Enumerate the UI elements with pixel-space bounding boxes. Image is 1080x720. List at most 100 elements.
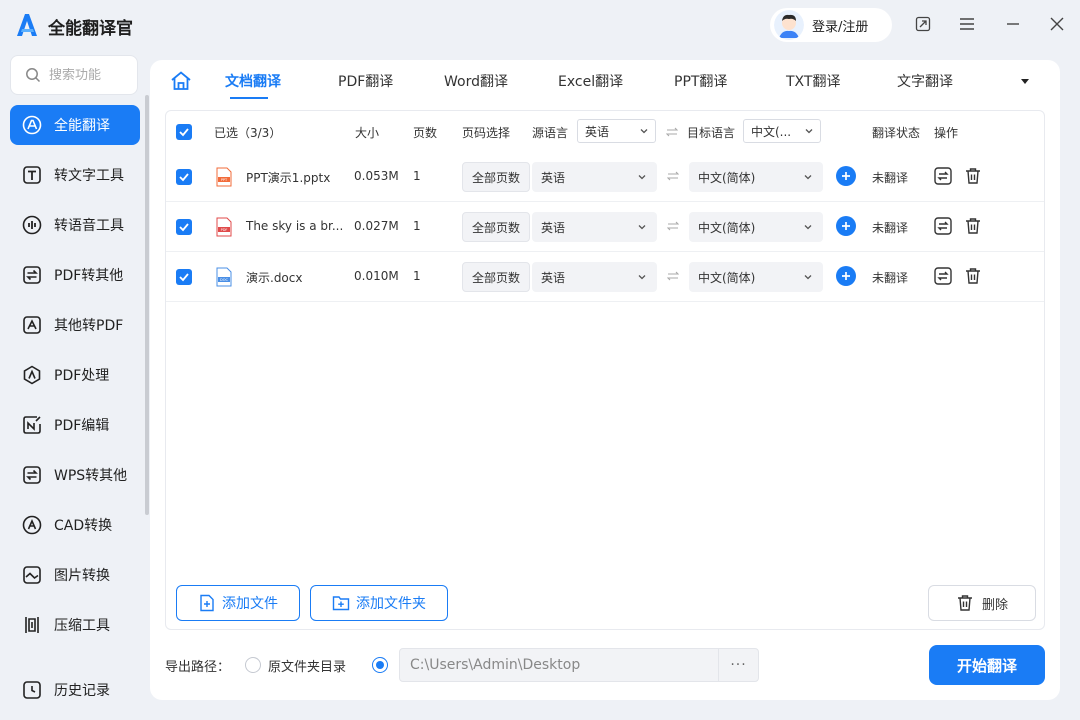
pdf-convert-icon (22, 265, 42, 285)
image-icon (22, 565, 42, 585)
caret-down-icon[interactable] (1018, 74, 1032, 88)
delete-row-button[interactable] (963, 216, 983, 236)
start-translate-button[interactable]: 开始翻译 (929, 645, 1045, 685)
chevron-down-icon (638, 275, 646, 280)
header-page-select: 页码选择 (462, 126, 511, 140)
trash-icon (966, 168, 980, 184)
translate-status: 未翻译 (872, 271, 909, 285)
convert-button[interactable] (933, 216, 953, 236)
export-path-input[interactable] (400, 649, 718, 681)
convert-icon (934, 217, 952, 235)
source-lang-value: 英语 (541, 270, 566, 285)
tab-txt-translate[interactable]: TXT翻译 (786, 71, 840, 91)
target-lang-select[interactable]: 中文(简体) (689, 262, 823, 292)
source-lang-select[interactable]: 英语 (532, 162, 657, 192)
add-target-lang-button[interactable] (836, 166, 856, 186)
radio-custom-path[interactable] (372, 657, 388, 673)
search-input[interactable] (49, 67, 129, 83)
file-size: 0.053M (354, 169, 399, 183)
close-icon (1050, 17, 1064, 31)
main-panel: 文档翻译 PDF翻译 Word翻译 Excel翻译 PPT翻译 TXT翻译 文字… (150, 60, 1060, 700)
delete-row-button[interactable] (963, 166, 983, 186)
add-file-button[interactable]: 添加文件 (176, 585, 300, 621)
sidebar-item-wps-to-other[interactable]: WPS转其他 (10, 455, 140, 495)
source-lang-select-all[interactable]: 英语 (577, 119, 656, 143)
file-pages: 1 (413, 269, 421, 283)
tab-ppt-translate[interactable]: PPT翻译 (674, 71, 727, 91)
minimize-button[interactable] (1003, 14, 1023, 34)
search-icon (26, 68, 41, 83)
check-icon (179, 128, 189, 137)
sidebar-item-compress[interactable]: 压缩工具 (10, 605, 140, 645)
header-pages: 页数 (413, 126, 438, 140)
login-button[interactable]: 登录/注册 (770, 8, 892, 42)
sidebar-item-label: PDF编辑 (54, 418, 110, 434)
sidebar-item-speech-to-text[interactable]: 转文字工具 (10, 155, 140, 195)
target-lang-select[interactable]: 中文(简体) (689, 162, 823, 192)
target-lang-select[interactable]: 中文(简体) (689, 212, 823, 242)
sidebar-item-label: PDF转其他 (54, 268, 124, 284)
source-lang-select[interactable]: 英语 (532, 212, 657, 242)
source-lang-select[interactable]: 英语 (532, 262, 657, 292)
file-name: The sky is a br... (246, 219, 344, 233)
sidebar-item-translate[interactable]: 全能翻译 (10, 105, 140, 145)
tab-excel-translate[interactable]: Excel翻译 (558, 71, 623, 91)
add-folder-button[interactable]: 添加文件夹 (310, 585, 448, 621)
delete-row-button[interactable] (963, 266, 983, 286)
tab-doc-translate[interactable]: 文档翻译 (225, 71, 281, 91)
swap-icon (666, 127, 678, 137)
select-all-checkbox[interactable] (176, 124, 192, 140)
sidebar-item-image-convert[interactable]: 图片转换 (10, 555, 140, 595)
page-select-button[interactable]: 全部页数 (462, 262, 530, 292)
home-icon[interactable] (170, 70, 192, 92)
row-checkbox[interactable] (176, 219, 192, 235)
history-button[interactable]: 历史记录 (10, 670, 140, 710)
pdf-edit-icon (22, 415, 42, 435)
radio-original-folder-label: 原文件夹目录 (268, 660, 347, 675)
add-target-lang-button[interactable] (836, 266, 856, 286)
ppt-file-icon: PPT (216, 167, 232, 187)
translate-status: 未翻译 (872, 221, 909, 235)
sidebar-item-label: 其他转PDF (54, 318, 124, 334)
radio-original-folder[interactable] (245, 657, 261, 673)
sidebar-scrollbar[interactable] (145, 95, 149, 515)
sidebar-item-label: 转文字工具 (54, 168, 124, 184)
add-target-lang-button[interactable] (836, 216, 856, 236)
sidebar-item-cad-convert[interactable]: CAD转换 (10, 505, 140, 545)
source-lang-value: 英语 (541, 220, 566, 235)
row-checkbox[interactable] (176, 269, 192, 285)
chevron-down-icon (805, 129, 813, 134)
cad-icon (22, 515, 42, 535)
tab-pdf-translate[interactable]: PDF翻译 (338, 71, 393, 91)
target-lang-select-all[interactable]: 中文(... (743, 119, 821, 143)
header-status: 翻译状态 (872, 126, 921, 140)
row-checkbox[interactable] (176, 169, 192, 185)
source-lang-value: 英语 (541, 170, 566, 185)
header-source-lang: 源语言 (532, 126, 569, 140)
convert-button[interactable] (933, 166, 953, 186)
active-tab-indicator (230, 97, 268, 99)
minimize-icon (1007, 23, 1019, 25)
search-box[interactable] (10, 55, 138, 95)
sidebar-item-text-to-speech[interactable]: 转语音工具 (10, 205, 140, 245)
file-list: 已选（3/3） 大小 页数 页码选择 源语言 英语 目标语言 中文(... 翻译… (165, 110, 1045, 630)
convert-icon (934, 167, 952, 185)
tab-text-translate[interactable]: 文字翻译 (897, 71, 953, 91)
page-select-button[interactable]: 全部页数 (462, 212, 530, 242)
close-button[interactable] (1047, 14, 1067, 34)
file-pages: 1 (413, 219, 421, 233)
sidebar-item-pdf-edit[interactable]: PDF编辑 (10, 405, 140, 445)
sidebar-item-other-to-pdf[interactable]: 其他转PDF (10, 305, 140, 345)
sidebar-item-pdf-process[interactable]: PDF处理 (10, 355, 140, 395)
browse-path-button[interactable]: ··· (718, 649, 758, 681)
menu-button[interactable] (957, 14, 977, 34)
page-select-button[interactable]: 全部页数 (462, 162, 530, 192)
pin-window-button[interactable] (913, 14, 933, 34)
sidebar-item-pdf-to-other[interactable]: PDF转其他 (10, 255, 140, 295)
avatar (774, 10, 804, 40)
convert-button[interactable] (933, 266, 953, 286)
delete-button[interactable]: 删除 (928, 585, 1036, 621)
tab-word-translate[interactable]: Word翻译 (444, 71, 508, 91)
sidebar-item-label: PDF处理 (54, 368, 110, 384)
swap-icon (667, 221, 679, 231)
